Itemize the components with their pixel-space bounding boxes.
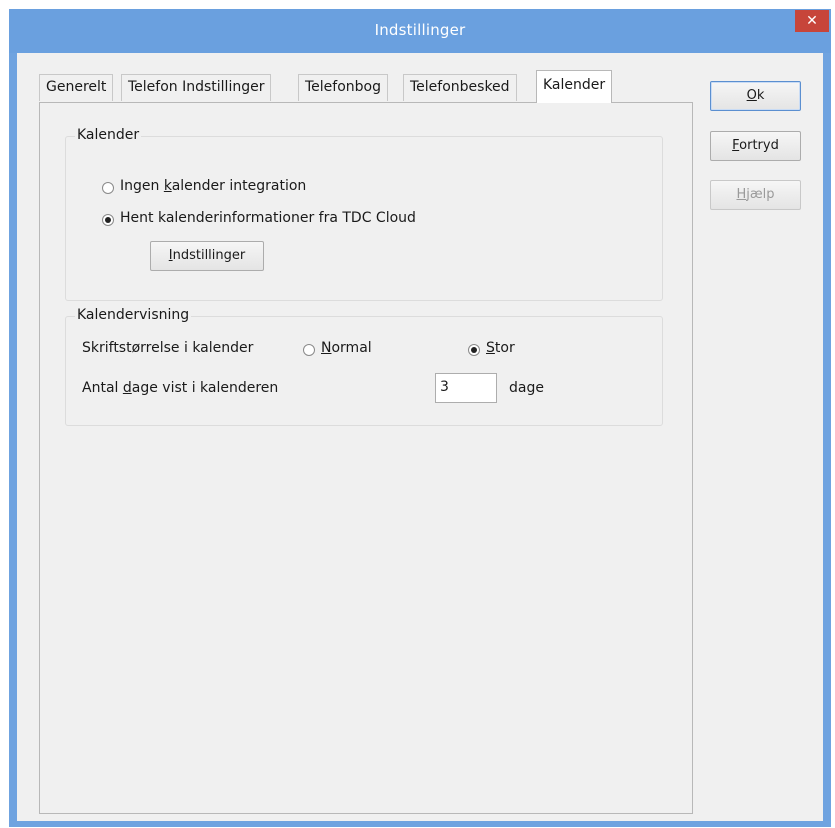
- close-icon: ✕: [806, 13, 818, 29]
- kalendervisning-groupbox: [65, 316, 663, 426]
- kalendervisning-group-title: Kalendervisning: [75, 307, 192, 323]
- tab-telefon-indstillinger[interactable]: Telefon Indstillinger: [121, 74, 272, 101]
- days-shown-input[interactable]: 3: [435, 373, 497, 403]
- days-shown-label: Antal dage vist i kalenderen: [82, 380, 279, 396]
- settings-dialog: Indstillinger ✕ Generelt Telefon Indstil…: [9, 9, 831, 827]
- title-bar[interactable]: Indstillinger ✕: [9, 9, 831, 53]
- window-title: Indstillinger: [374, 21, 466, 39]
- tab-telefonbog[interactable]: Telefonbog: [298, 74, 388, 101]
- tdc-cloud-label[interactable]: Hent kalenderinformationer fra TDC Cloud: [120, 210, 416, 226]
- close-button[interactable]: ✕: [795, 10, 829, 32]
- dialog-client-area: Generelt Telefon Indstillinger Telefonbo…: [17, 53, 823, 821]
- no-calendar-integration-label[interactable]: Ingen kalender integration: [120, 178, 306, 194]
- calendar-settings-button[interactable]: Indstillinger: [150, 241, 264, 271]
- days-unit-label: dage: [509, 380, 544, 396]
- help-button[interactable]: Hjælp: [710, 180, 801, 210]
- radio-no-calendar-integration[interactable]: [102, 182, 114, 194]
- font-large-label[interactable]: Stor: [486, 340, 515, 356]
- font-size-label: Skriftstørrelse i kalender: [82, 340, 254, 356]
- font-normal-label[interactable]: Normal: [321, 340, 372, 356]
- tab-generelt[interactable]: Generelt: [39, 74, 114, 101]
- kalender-tab-panel: Kalender Ingen kalender integration Hent…: [39, 102, 693, 814]
- ok-button[interactable]: Ok: [710, 81, 801, 111]
- cancel-button[interactable]: Fortryd: [710, 131, 801, 161]
- tab-telefonbesked[interactable]: Telefonbesked: [403, 74, 517, 101]
- kalender-group-title: Kalender: [75, 127, 142, 143]
- radio-font-large[interactable]: [468, 344, 480, 356]
- radio-font-normal[interactable]: [303, 344, 315, 356]
- tab-kalender[interactable]: Kalender: [536, 70, 613, 103]
- radio-tdc-cloud[interactable]: [102, 214, 114, 226]
